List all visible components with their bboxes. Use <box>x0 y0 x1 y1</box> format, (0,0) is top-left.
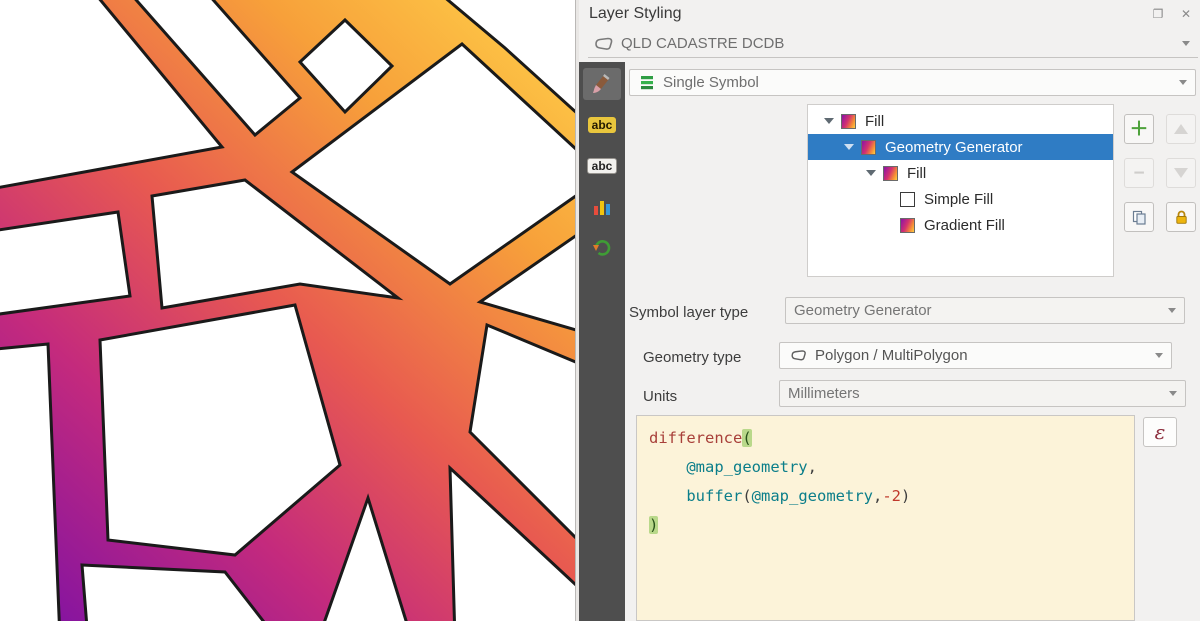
chevron-down-icon <box>1155 353 1163 358</box>
add-symbol-layer-button[interactable]: ＋ <box>1124 114 1154 144</box>
undock-button[interactable]: ❐ <box>1150 6 1166 22</box>
tab-labels[interactable]: abc <box>583 109 621 141</box>
panel-window-buttons: ❐ ✕ <box>1150 6 1194 22</box>
code-line: buffer(@map_geometry,-2) <box>649 482 1122 511</box>
tree-item-fill-sub[interactable]: Fill <box>808 160 1113 186</box>
expression-editor[interactable]: difference( @map_geometry, buffer(@map_g… <box>636 415 1135 621</box>
tree-item-simple-fill[interactable]: Simple Fill <box>808 186 1113 212</box>
indent-token <box>649 487 686 505</box>
symbol-swatch <box>900 192 915 207</box>
symbol-layer-type-value: Geometry Generator <box>794 302 932 319</box>
units-value: Millimeters <box>788 385 860 402</box>
cadastre-parcel <box>0 344 60 621</box>
history-icon <box>591 237 613 259</box>
paren-highlight-token: ) <box>649 516 658 534</box>
paren-token: ) <box>901 487 910 505</box>
tab-diagrams[interactable] <box>583 191 621 223</box>
qgis-window: Layer Styling ❐ ✕ QLD CADASTRE DCDB abc … <box>0 0 1200 621</box>
renderer-selector-value: Single Symbol <box>663 74 759 91</box>
paren-token: ( <box>742 487 751 505</box>
symbol-swatch <box>841 114 856 129</box>
chevron-down-icon <box>1182 41 1190 46</box>
indent-token <box>649 458 686 476</box>
tree-item-gradient-fill[interactable]: Gradient Fill <box>808 212 1113 238</box>
tree-item-label: Simple Fill <box>924 191 993 208</box>
code-line: difference( <box>649 424 1122 453</box>
layer-selector-value: QLD CADASTRE DCDB <box>621 35 784 52</box>
code-line: @map_geometry, <box>649 453 1122 482</box>
duplicate-icon <box>1131 209 1148 226</box>
duplicate-symbol-layer-button[interactable] <box>1124 202 1154 232</box>
single-symbol-icon <box>638 74 656 92</box>
symbol-swatch <box>883 166 898 181</box>
tab-masks[interactable]: abc <box>583 150 621 182</box>
lock-icon <box>1173 209 1190 226</box>
minus-icon: − <box>1133 164 1144 183</box>
move-up-button[interactable] <box>1166 114 1196 144</box>
function-token: difference <box>649 429 742 447</box>
variable-token: @map_geometry <box>752 487 873 505</box>
chevron-down-icon <box>1179 80 1187 85</box>
tab-symbology[interactable] <box>583 68 621 100</box>
symbol-swatch <box>900 218 915 233</box>
polygon-layer-icon <box>592 35 614 53</box>
comma-token: , <box>808 458 817 476</box>
number-token: -2 <box>882 487 901 505</box>
variable-token: @map_geometry <box>686 458 807 476</box>
tree-item-fill-root[interactable]: Fill <box>808 108 1113 134</box>
units-label: Units <box>643 388 677 405</box>
map-canvas[interactable] <box>0 0 575 621</box>
collapse-arrow-icon[interactable] <box>844 144 854 150</box>
polygon-geometry-icon <box>788 348 808 363</box>
remove-symbol-layer-button[interactable]: − <box>1124 158 1154 188</box>
mask-icon: abc <box>587 158 618 174</box>
move-down-button[interactable] <box>1166 158 1196 188</box>
tree-item-geometry-generator[interactable]: Geometry Generator <box>808 134 1113 160</box>
labels-icon: abc <box>588 117 617 133</box>
styling-tabstrip: abc abc <box>579 62 625 621</box>
paintbrush-icon <box>590 72 614 96</box>
tab-history[interactable] <box>583 232 621 264</box>
diagram-icon <box>591 196 613 218</box>
close-button[interactable]: ✕ <box>1178 6 1194 22</box>
tree-item-label: Fill <box>907 165 926 182</box>
arrow-down-icon <box>1174 168 1188 178</box>
arrow-up-icon <box>1174 124 1188 134</box>
tree-item-label: Gradient Fill <box>924 217 1005 234</box>
function-token: buffer <box>686 487 742 505</box>
renderer-selector[interactable]: Single Symbol <box>629 69 1196 96</box>
lock-color-button[interactable] <box>1166 202 1196 232</box>
comma-token: , <box>873 487 882 505</box>
panel-title: Layer Styling <box>589 5 682 23</box>
symbol-swatch <box>861 140 876 155</box>
cadastre-map-svg <box>0 0 575 621</box>
chevron-down-icon <box>1169 391 1177 396</box>
geometry-type-value: Polygon / MultiPolygon <box>815 347 968 364</box>
chevron-down-icon <box>1168 308 1176 313</box>
tree-item-label: Fill <box>865 113 884 130</box>
symbol-tree: Fill Geometry Generator Fill Simple Fill… <box>807 104 1114 277</box>
collapse-arrow-icon[interactable] <box>824 118 834 124</box>
paren-highlight-token: ( <box>742 429 751 447</box>
code-line: ) <box>649 511 1122 540</box>
geometry-type-select[interactable]: Polygon / MultiPolygon <box>779 342 1172 369</box>
units-select[interactable]: Millimeters <box>779 380 1186 407</box>
plus-icon: ＋ <box>1129 120 1148 139</box>
symbol-layer-type-label: Symbol layer type <box>629 304 748 321</box>
tree-item-label: Geometry Generator <box>885 139 1023 156</box>
symbol-layer-type-select[interactable]: Geometry Generator <box>785 297 1185 324</box>
collapse-arrow-icon[interactable] <box>866 170 876 176</box>
geometry-type-label: Geometry type <box>643 349 741 366</box>
layer-selector[interactable]: QLD CADASTRE DCDB <box>588 30 1198 58</box>
expression-builder-button[interactable]: ε <box>1143 417 1177 447</box>
